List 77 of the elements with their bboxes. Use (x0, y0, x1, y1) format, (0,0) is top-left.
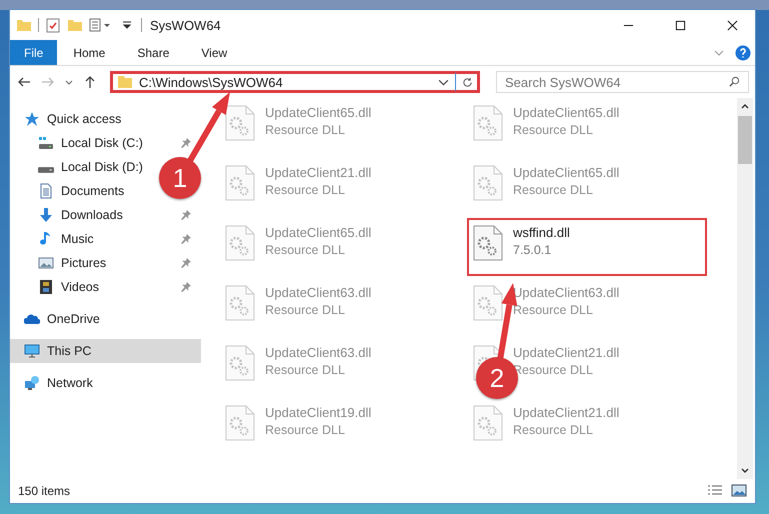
file-item[interactable]: wsffind.dll 7.5.0.1 (467, 218, 707, 276)
file-name: UpdateClient65.dll (265, 225, 372, 240)
computer-icon (24, 343, 40, 359)
pin-icon[interactable] (181, 258, 191, 268)
pin-icon[interactable] (181, 234, 191, 244)
properties-icon[interactable] (89, 17, 113, 33)
search-icon (729, 76, 740, 87)
file-name: UpdateClient63.dll (265, 345, 372, 360)
gear-file-icon (473, 165, 503, 201)
nav-item[interactable]: Music (10, 227, 201, 251)
nav-item[interactable]: Network (10, 371, 97, 395)
nav-item[interactable]: OneDrive (10, 307, 104, 331)
pin-icon[interactable] (181, 282, 191, 292)
gear-file-icon (225, 105, 255, 141)
address-bar[interactable]: C:\Windows\SysWOW64 (110, 71, 480, 93)
file-name: UpdateClient65.dll (513, 105, 620, 120)
file-description: Resource DLL (265, 303, 346, 317)
document-icon (38, 183, 54, 199)
gear-file-icon (225, 345, 255, 381)
large-icons-view-icon[interactable] (731, 484, 747, 498)
gear-file-icon (225, 405, 255, 441)
ribbon-tab[interactable]: Share (121, 40, 186, 65)
file-name: UpdateClient63.dll (265, 285, 372, 300)
ribbon-tab[interactable]: Home (57, 40, 122, 65)
nav-item[interactable]: Downloads (10, 203, 201, 227)
file-description: Resource DLL (513, 303, 594, 317)
file-description: Resource DLL (265, 123, 346, 137)
ribbon-tab[interactable]: File (10, 40, 58, 65)
help-icon[interactable] (735, 44, 751, 60)
file-description: Resource DLL (265, 363, 346, 377)
gear-file-icon (225, 165, 255, 201)
file-description: 7.5.0.1 (513, 243, 552, 257)
nav-item[interactable]: Pictures (10, 251, 201, 275)
pin-icon[interactable] (181, 138, 191, 148)
file-description: Resource DLL (265, 243, 346, 257)
drive-icon (38, 166, 54, 172)
nav-item[interactable]: Documents (10, 179, 128, 203)
maximize-icon (674, 20, 686, 30)
gear-file-icon (473, 105, 503, 141)
gear-file-icon (473, 225, 503, 261)
gear-file-icon (225, 285, 255, 321)
gear-file-icon (473, 405, 503, 441)
file-description: Resource DLL (265, 423, 346, 437)
refresh-icon[interactable] (462, 76, 473, 88)
star-icon (24, 111, 40, 127)
network-icon (24, 375, 40, 391)
file-description: Resource DLL (513, 423, 594, 437)
gear-file-icon (225, 225, 255, 261)
scrollbar-thumb[interactable] (738, 116, 752, 164)
film-icon (38, 279, 54, 295)
window-title: SysWOW64 (149, 18, 221, 32)
file-name: wsffind.dll (513, 225, 570, 240)
search-field[interactable]: Search SysWOW64 (496, 71, 749, 93)
file-description: Resource DLL (265, 183, 346, 197)
file-name: UpdateClient21.dll (513, 345, 620, 360)
gear-file-icon (473, 285, 503, 321)
pictures-icon (38, 255, 54, 271)
file-name: UpdateClient65.dll (265, 105, 372, 120)
ribbon-tab[interactable]: View (185, 40, 244, 65)
file-description: Resource DLL (513, 123, 594, 137)
checklist-icon[interactable] (45, 17, 61, 33)
file-name: UpdateClient65.dll (513, 165, 620, 180)
folder-icon (117, 74, 133, 90)
file-name: UpdateClient21.dll (513, 405, 620, 420)
nav-item[interactable]: Quick access (10, 107, 126, 131)
nav-item[interactable]: This PC (10, 339, 201, 363)
download-icon (38, 207, 54, 223)
nav-item[interactable]: Videos (10, 275, 201, 299)
item-count: 150 items (18, 484, 70, 498)
file-name: UpdateClient19.dll (265, 405, 372, 420)
drive-icon (38, 135, 54, 151)
file-description: Resource DLL (513, 183, 594, 197)
pin-icon[interactable] (181, 210, 191, 220)
close-icon (726, 20, 738, 30)
file-name: UpdateClient21.dll (265, 165, 372, 180)
nav-item[interactable]: Local Disk (C:) (10, 131, 201, 155)
nav-item[interactable]: Local Disk (D:) (10, 155, 147, 179)
